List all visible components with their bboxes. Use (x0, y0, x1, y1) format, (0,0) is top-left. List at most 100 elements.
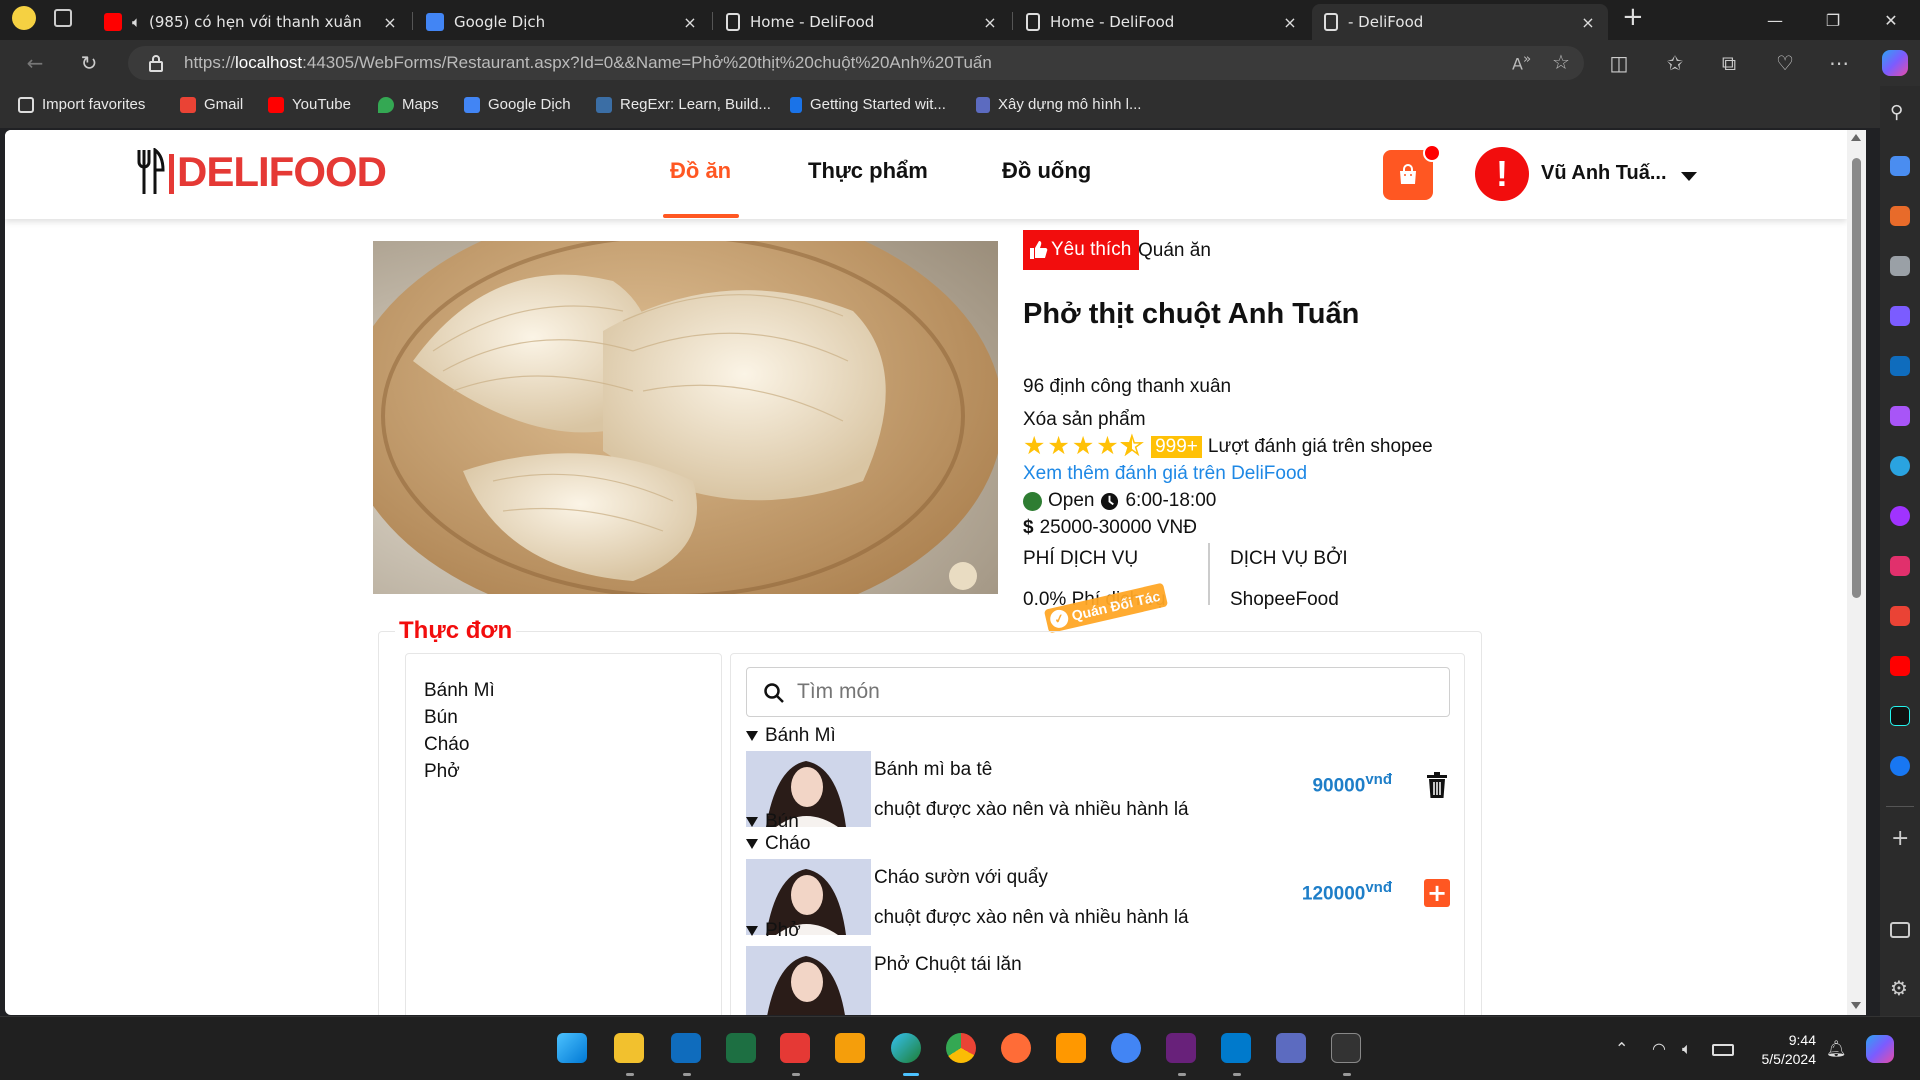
group-header-banh-mi[interactable]: Bánh Mì (746, 725, 836, 747)
user-name[interactable]: Vũ Anh Tuấ... (1541, 162, 1667, 185)
tab-close-icon[interactable]: × (1578, 13, 1598, 32)
outlook-icon[interactable] (671, 1033, 701, 1063)
visual-studio-icon[interactable] (1166, 1033, 1196, 1063)
address-bar[interactable]: https://localhost:44305/WebForms/Restaur… (128, 46, 1584, 80)
system-clock[interactable]: 9:44 5/5/2024 (1762, 1031, 1817, 1069)
scroll-down-arrow-icon[interactable] (1851, 1002, 1861, 1009)
delete-dish-button[interactable] (1424, 771, 1450, 799)
shopping-tag-icon[interactable] (1890, 156, 1910, 176)
tab-delifood-active[interactable]: - DeliFood × (1312, 4, 1608, 40)
excel-icon[interactable] (726, 1033, 756, 1063)
copilot-side-icon[interactable] (1890, 306, 1910, 326)
delifood-logo[interactable]: DELIFOOD (135, 148, 387, 196)
tools-icon[interactable] (1890, 206, 1910, 226)
read-aloud-icon[interactable]: A» (1512, 52, 1531, 73)
wifi-icon[interactable]: ◠ (1652, 1039, 1666, 1058)
instagram-icon[interactable] (1890, 556, 1910, 576)
tab-google-translate[interactable]: Google Dịch × (414, 4, 710, 40)
notification-bell-icon[interactable]: 🔔︎ (1826, 1039, 1846, 1058)
tab-home-delifood-2[interactable]: Home - DeliFood × (1014, 4, 1310, 40)
dish-search-box[interactable] (746, 667, 1450, 717)
tab-close-icon[interactable]: × (380, 13, 400, 32)
add-icon[interactable]: + (1891, 826, 1909, 851)
health-icon[interactable]: ♡ (1770, 48, 1800, 78)
volume-icon[interactable]: 🔈︎ (1682, 1039, 1692, 1059)
close-window-button[interactable]: ✕ (1862, 0, 1920, 40)
category-item-pho[interactable]: Phở (424, 761, 460, 783)
more-menu-icon[interactable]: ⋯ (1824, 48, 1854, 78)
android-studio-icon[interactable] (1111, 1033, 1141, 1063)
facebook-icon[interactable] (1890, 756, 1910, 776)
chrome-icon[interactable] (946, 1033, 976, 1063)
maximize-button[interactable]: ❐ (1804, 0, 1862, 40)
snipping-icon[interactable] (835, 1033, 865, 1063)
fav-regexr[interactable]: RegExr: Learn, Build... (596, 96, 771, 113)
back-icon[interactable]: ← (20, 48, 50, 78)
delete-product-link[interactable]: Xóa sản phẩm (1023, 409, 1146, 431)
nav-do-uong[interactable]: Đồ uống (1002, 158, 1091, 184)
windows-start-icon[interactable] (557, 1033, 587, 1063)
search-icon[interactable]: ⚲ (1890, 102, 1903, 123)
profile-icon[interactable] (12, 6, 36, 30)
battery-icon[interactable] (1712, 1044, 1734, 1056)
chevron-down-icon[interactable] (1681, 172, 1697, 181)
url-text[interactable]: https://localhost:44305/WebForms/Restaur… (184, 53, 992, 73)
minimize-button[interactable]: — (1746, 0, 1804, 40)
fav-youtube[interactable]: YouTube (268, 96, 351, 113)
favorite-badge[interactable]: Yêu thích (1023, 230, 1140, 270)
youtube-icon[interactable] (1890, 656, 1910, 676)
copilot-taskbar-icon[interactable] (1866, 1035, 1894, 1063)
add-dish-button[interactable]: + (1424, 879, 1450, 907)
edge-icon[interactable] (891, 1033, 921, 1063)
copilot-icon[interactable] (1882, 50, 1908, 76)
wps-icon[interactable] (780, 1033, 810, 1063)
messenger-icon[interactable] (1890, 506, 1910, 526)
nav-do-an[interactable]: Đồ ăn (670, 158, 731, 184)
speaker-icon[interactable]: 🔈︎ (132, 13, 141, 31)
split-screen-icon[interactable]: ◫ (1604, 48, 1634, 78)
file-explorer-icon[interactable] (614, 1033, 644, 1063)
more-reviews-link[interactable]: Xem thêm đánh giá trên DeliFood (1023, 463, 1307, 485)
nav-thuc-pham[interactable]: Thực phẩm (808, 158, 928, 184)
terminal-icon[interactable] (1331, 1033, 1361, 1063)
telegram-icon[interactable] (1890, 456, 1910, 476)
lock-icon[interactable] (148, 54, 164, 72)
fav-import-favorites[interactable]: Import favorites (18, 96, 145, 113)
category-item-chao[interactable]: Cháo (424, 734, 469, 756)
screenshot-icon[interactable] (1890, 922, 1910, 938)
fav-gmail[interactable]: Gmail (180, 96, 243, 113)
scrollbar-thumb[interactable] (1852, 158, 1861, 598)
scroll-up-arrow-icon[interactable] (1851, 134, 1861, 141)
tab-home-delifood[interactable]: Home - DeliFood × (714, 4, 1010, 40)
collections-icon[interactable]: ⧉ (1714, 48, 1744, 78)
fav-xay-dung-mo-hinh[interactable]: Xây dựng mô hình l... (976, 96, 1141, 113)
dish-search-input[interactable] (797, 676, 1437, 708)
fav-google-translate[interactable]: Google Dịch (464, 96, 571, 113)
workspaces-icon[interactable] (54, 9, 72, 27)
postman-icon[interactable] (1001, 1033, 1031, 1063)
new-tab-button[interactable]: + (1622, 2, 1644, 32)
games-icon[interactable] (1890, 256, 1910, 276)
vscode-icon[interactable] (1221, 1033, 1251, 1063)
user-avatar[interactable]: ! (1475, 147, 1529, 201)
favorites-icon[interactable]: ✩ (1660, 48, 1690, 78)
group-header-chao[interactable]: Cháo (746, 833, 810, 855)
group-header-bun[interactable]: Bún (746, 811, 799, 833)
fav-getting-started[interactable]: Getting Started wit... (790, 96, 946, 113)
group-header-pho[interactable]: Phở (746, 920, 801, 942)
category-item-bun[interactable]: Bún (424, 707, 458, 729)
fav-maps[interactable]: Maps (378, 96, 439, 113)
refresh-icon[interactable]: ↻ (74, 48, 104, 78)
outlook-icon[interactable] (1890, 356, 1910, 376)
sublime-icon[interactable] (1056, 1033, 1086, 1063)
tiktok-icon[interactable] (1890, 706, 1910, 726)
designer-icon[interactable] (1890, 406, 1910, 426)
favorite-star-icon[interactable]: ☆ (1552, 50, 1570, 74)
chevron-up-icon[interactable]: ⌃ (1615, 1039, 1628, 1058)
settings-icon[interactable]: ⚙ (1890, 976, 1908, 1000)
git-icon[interactable] (1276, 1033, 1306, 1063)
category-item-banh-mi[interactable]: Bánh Mì (424, 680, 495, 702)
tab-close-icon[interactable]: × (980, 13, 1000, 32)
gmail-icon[interactable] (1890, 606, 1910, 626)
tab-close-icon[interactable]: × (680, 13, 700, 32)
